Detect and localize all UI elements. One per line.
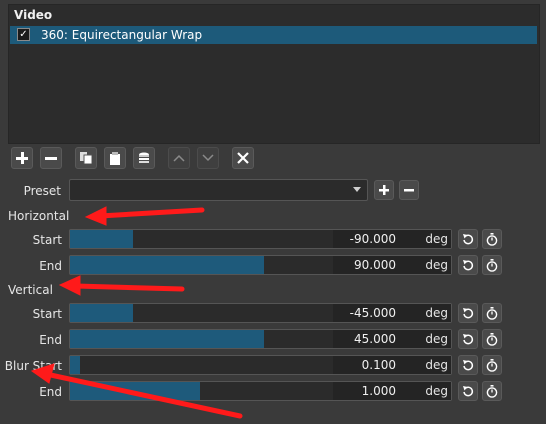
arrow-head-vertical [58,275,81,296]
arrow-horizontal [97,207,205,219]
arrow-vertical [73,283,185,292]
arrow-blur [43,371,243,419]
arrow-head-horizontal [84,206,107,226]
annotation-arrows [30,206,243,419]
arrow-head-blur [30,363,55,384]
